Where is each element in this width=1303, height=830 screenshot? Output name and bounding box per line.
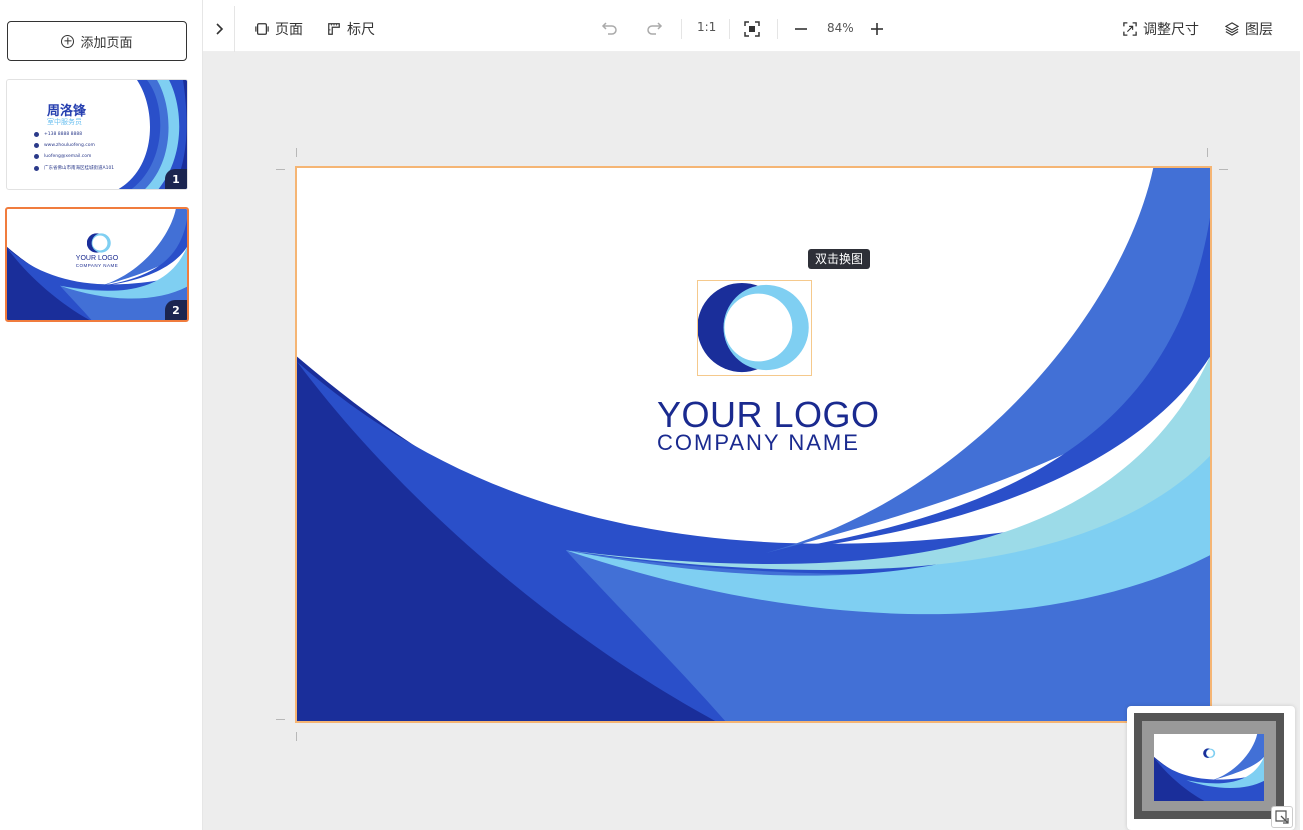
zoom-out-icon[interactable]: [794, 22, 808, 36]
location-icon: [34, 165, 39, 171]
add-page-label: 添加页面: [80, 35, 133, 51]
thumb-web-row: www.zhouluofeng.com: [34, 143, 95, 148]
page-sidebar: 添加页面 周洛锋 室中服务员 +138 8888 8888 www.zhoulu…: [0, 0, 203, 830]
zoom-in-icon[interactable]: [870, 22, 884, 36]
thumb-website: www.zhouluofeng.com: [44, 143, 95, 148]
page-number-badge: 1: [165, 169, 187, 189]
thumb-logo-mark: [87, 233, 111, 253]
page-label: 页面: [275, 21, 303, 38]
toolbar-divider: [681, 19, 682, 39]
logo-mark-image: [697, 282, 809, 373]
expand-sidebar-button[interactable]: [203, 5, 235, 52]
fit-screen-icon[interactable]: [744, 21, 760, 37]
thumb-address-row: 广东省佛山市南海区桂城街道A101: [34, 165, 114, 171]
ruler-icon: [328, 22, 340, 35]
zoom-level: 84%: [827, 21, 854, 35]
minimap-artboard: [1154, 734, 1264, 801]
phone-icon: [34, 132, 39, 137]
design-canvas[interactable]: YOUR LOGO COMPANY NAME 双击换图: [203, 52, 1300, 830]
thumb-email-row: luofeng@xemail.com: [34, 154, 91, 159]
redo-icon[interactable]: [645, 19, 663, 37]
page-thumbnail-1[interactable]: 周洛锋 室中服务员 +138 8888 8888 www.zhouluofeng…: [6, 79, 188, 190]
page-number-badge: 2: [165, 300, 187, 320]
thumb-phone: +138 8888 8888: [44, 132, 83, 137]
add-page-button[interactable]: 添加页面: [7, 21, 187, 61]
thumb-company-text: COMPANY NAME: [75, 263, 119, 268]
top-toolbar: 页面 标尺 1:1 84% 调整尺寸 图层: [203, 5, 1300, 52]
toolbar-divider: [729, 19, 730, 39]
resize-icon: [1123, 22, 1137, 36]
history-controls: [601, 19, 663, 37]
toolbar-divider: [777, 19, 778, 39]
add-circle-icon: [61, 34, 75, 48]
crop-mark: [1207, 148, 1208, 157]
thumb-address: 广东省佛山市南海区桂城街道A101: [44, 166, 115, 171]
layers-label: 图层: [1245, 22, 1273, 38]
undo-icon[interactable]: [601, 19, 619, 37]
editor-app: 添加页面 周洛锋 室中服务员 +138 8888 8888 www.zhoulu…: [0, 0, 1303, 830]
page-icon: [255, 22, 269, 35]
crop-mark: [276, 169, 285, 170]
mail-icon: [34, 154, 39, 159]
thumb-phone-row: +138 8888 8888: [34, 132, 82, 137]
resize-label: 调整尺寸: [1143, 22, 1199, 38]
layers-button[interactable]: 图层: [1225, 19, 1273, 39]
minimap-collapse-button[interactable]: [1271, 806, 1293, 828]
page-thumbnail-2[interactable]: YOUR LOGO COMPANY NAME 2: [5, 207, 189, 322]
thumb-email: luofeng@xemail.com: [44, 154, 92, 159]
minimap-viewport: [1134, 713, 1284, 819]
minimap-wave-graphic: [1154, 734, 1264, 801]
thumb-person-title: 室中服务员: [47, 118, 82, 126]
page-settings-button[interactable]: 页面: [255, 19, 303, 39]
logo-image-selection[interactable]: [697, 280, 812, 376]
chevron-right-icon: [215, 22, 223, 35]
business-card-artboard[interactable]: YOUR LOGO COMPANY NAME: [295, 166, 1212, 723]
resize-button[interactable]: 调整尺寸: [1123, 19, 1199, 39]
ruler-label: 标尺: [347, 21, 375, 38]
ruler-toggle-button[interactable]: 标尺: [327, 19, 375, 39]
crop-mark: [296, 148, 297, 157]
thumb-logo-text: YOUR LOGO: [75, 255, 119, 262]
collapse-arrow-icon: [1275, 810, 1289, 824]
double-click-replace-tooltip: 双击换图: [808, 249, 871, 269]
navigator-minimap[interactable]: [1127, 706, 1295, 830]
layers-icon: [1225, 22, 1239, 36]
minimap-canvas: [1142, 721, 1276, 811]
crop-mark: [276, 719, 285, 720]
crop-mark: [1219, 169, 1228, 170]
crop-mark: [296, 732, 297, 741]
company-name-text[interactable]: COMPANY NAME: [657, 430, 860, 456]
actual-size-button[interactable]: 1:1: [697, 20, 716, 34]
globe-icon: [34, 143, 39, 148]
